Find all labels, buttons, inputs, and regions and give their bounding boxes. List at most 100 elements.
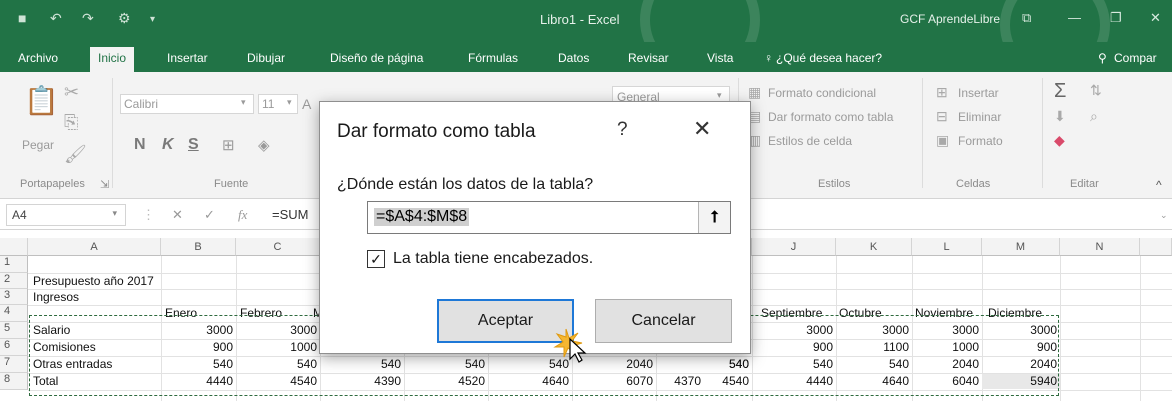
headers-checkbox[interactable]: ✓: [367, 250, 385, 268]
bold-button[interactable]: N: [134, 136, 146, 154]
qat-dropdown-icon[interactable]: ▾: [150, 14, 155, 25]
chevron-down-icon: ▾: [112, 208, 117, 218]
separator: [1042, 78, 1043, 188]
italic-button[interactable]: K: [162, 136, 174, 154]
tab-revisar[interactable]: Revisar: [628, 51, 669, 65]
share-icon[interactable]: ⚲: [1098, 51, 1107, 65]
tab-formulas[interactable]: Fórmulas: [468, 51, 518, 65]
format-cells-icon[interactable]: ▣: [936, 132, 949, 149]
row-header-7[interactable]: 7: [0, 356, 28, 373]
minimize-icon[interactable]: —: [1068, 10, 1081, 25]
font-group-label: Fuente: [214, 178, 249, 190]
redo-icon[interactable]: ↷: [82, 10, 94, 27]
format-painter-icon[interactable]: 🖌: [64, 144, 87, 165]
copy-icon[interactable]: ⎘: [64, 112, 78, 133]
cut-icon[interactable]: ✂: [64, 82, 79, 103]
conditional-format-button[interactable]: Formato condicional: [768, 86, 876, 100]
chevron-down-icon: ▾: [717, 90, 722, 100]
clear-icon[interactable]: ◆: [1054, 132, 1065, 149]
format-as-table-button[interactable]: Dar formato como tabla: [768, 110, 893, 124]
format-as-table-dialog: Dar formato como tabla ? ✕ ¿Dónde están …: [319, 101, 751, 363]
cells-group-label: Celdas: [956, 178, 991, 190]
column-header-extra: [1140, 238, 1172, 256]
paste-icon[interactable]: 📋: [24, 84, 59, 117]
row-header-5[interactable]: 5: [0, 322, 28, 339]
customize-icon[interactable]: ⚙: [118, 10, 131, 27]
row-header-2[interactable]: 2: [0, 273, 28, 289]
ribbon-display-icon[interactable]: ⧉: [1022, 10, 1031, 26]
tab-datos[interactable]: Datos: [558, 51, 589, 65]
row-header-1[interactable]: 1: [0, 256, 28, 273]
tab-vista[interactable]: Vista: [707, 51, 733, 65]
help-button[interactable]: ?: [617, 119, 628, 141]
cancel-icon[interactable]: ✕: [172, 207, 183, 223]
select-all-corner[interactable]: [0, 238, 28, 256]
excel-window: ■ ↶ ↷ ⚙ ▾ Libro1 - Excel GCF AprendeLibr…: [0, 0, 1172, 401]
range-prompt-label: ¿Dónde están los datos de la tabla?: [337, 176, 594, 193]
title-bar: ■ ↶ ↷ ⚙ ▾ Libro1 - Excel GCF AprendeLibr…: [0, 0, 1172, 80]
conditional-format-icon[interactable]: ▦: [748, 84, 761, 101]
insert-function-icon[interactable]: fx: [238, 207, 247, 223]
tab-archivo[interactable]: Archivo: [18, 51, 58, 65]
column-header-k[interactable]: K: [836, 238, 912, 256]
chevron-down-icon: ▾: [287, 97, 292, 107]
income-section-cell[interactable]: Ingresos: [30, 290, 160, 305]
mouse-pointer-icon: [553, 328, 587, 363]
fill-icon[interactable]: ⬇: [1054, 108, 1066, 125]
tab-diseno-pagina[interactable]: Diseño de página: [330, 51, 423, 65]
fill-color-icon[interactable]: ◈: [258, 136, 270, 154]
delete-cells-icon[interactable]: ⊟: [936, 108, 948, 125]
tab-insertar[interactable]: Insertar: [167, 51, 208, 65]
more-icon: ⋮: [142, 207, 155, 222]
column-header-a[interactable]: A: [28, 238, 161, 256]
row-header-6[interactable]: 6: [0, 339, 28, 356]
format-cells-button[interactable]: Formato: [958, 134, 1003, 148]
formula-input[interactable]: =SUM: [272, 207, 308, 222]
separator: [922, 78, 923, 188]
close-icon[interactable]: ✕: [693, 116, 711, 142]
grow-font-icon[interactable]: A: [302, 96, 311, 112]
autosum-icon[interactable]: Σ: [1054, 80, 1066, 103]
range-value: =$A$4:$M$8: [374, 208, 470, 226]
collapse-ribbon-icon[interactable]: ^: [1156, 178, 1162, 192]
tab-dibujar[interactable]: Dibujar: [247, 51, 285, 65]
underline-button[interactable]: S: [188, 136, 199, 154]
range-input[interactable]: =$A$4:$M$8 ⭡: [367, 201, 731, 234]
collapse-dialog-icon[interactable]: ⭡: [698, 202, 730, 233]
gridline: [1060, 256, 1061, 401]
close-icon[interactable]: ✕: [1150, 10, 1161, 26]
cell-styles-button[interactable]: Estilos de celda: [768, 134, 852, 148]
find-icon[interactable]: ⌕: [1090, 108, 1098, 125]
column-header-j[interactable]: J: [752, 238, 836, 256]
row-header-4[interactable]: 4: [0, 305, 28, 322]
name-box[interactable]: A4 ▾: [6, 204, 126, 226]
column-header-l[interactable]: L: [912, 238, 982, 256]
headers-checkbox-label[interactable]: La tabla tiene encabezados.: [393, 250, 593, 268]
column-header-c[interactable]: C: [236, 238, 320, 256]
expand-formula-icon[interactable]: ⌄: [1160, 210, 1168, 221]
undo-icon[interactable]: ↶: [50, 10, 62, 27]
cancel-button[interactable]: Cancelar: [595, 299, 732, 343]
font-name-select[interactable]: Calibri ▾: [120, 94, 254, 114]
font-size-select[interactable]: 11 ▾: [258, 94, 298, 114]
dialog-launcher-icon[interactable]: ⇲: [100, 178, 109, 191]
share-button[interactable]: Compar: [1114, 51, 1157, 65]
row-header-8[interactable]: 8: [0, 373, 28, 390]
row-header-3[interactable]: 3: [0, 289, 28, 305]
column-header-m[interactable]: M: [982, 238, 1060, 256]
borders-icon[interactable]: ⊞: [222, 136, 235, 154]
tell-me-input[interactable]: ¿Qué desea hacer?: [776, 51, 882, 65]
delete-cells-button[interactable]: Eliminar: [958, 110, 1001, 124]
insert-cells-icon[interactable]: ⊞: [936, 84, 948, 101]
enter-icon[interactable]: ✓: [204, 207, 215, 223]
sort-filter-icon[interactable]: ⇅: [1090, 82, 1102, 99]
paste-label[interactable]: Pegar: [22, 138, 54, 152]
restore-icon[interactable]: ❐: [1110, 10, 1122, 26]
tab-inicio[interactable]: Inicio: [90, 47, 135, 72]
budget-title-cell[interactable]: Presupuesto año 2017: [30, 274, 230, 289]
separator: [112, 78, 113, 188]
column-header-n[interactable]: N: [1060, 238, 1140, 256]
insert-cells-button[interactable]: Insertar: [958, 86, 999, 100]
column-header-b[interactable]: B: [161, 238, 236, 256]
save-icon[interactable]: ■: [18, 10, 26, 26]
